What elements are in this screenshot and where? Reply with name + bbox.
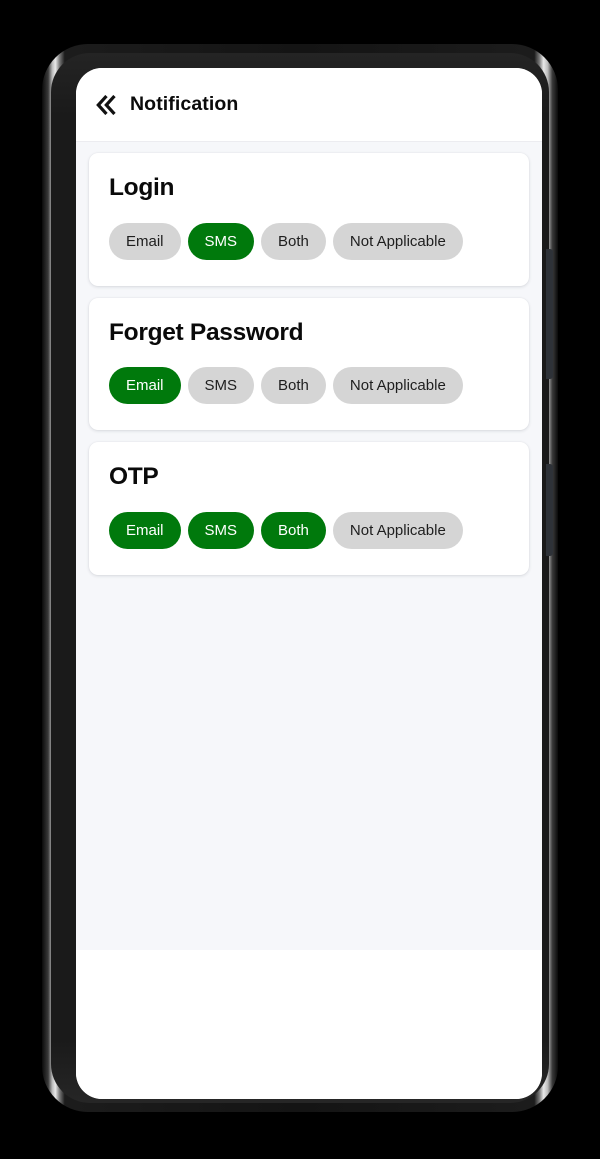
- cards-container: Login Email SMS Both Not Applicable Forg…: [76, 142, 542, 576]
- back-button[interactable]: [88, 86, 126, 124]
- notification-card: Login Email SMS Both Not Applicable: [89, 153, 529, 286]
- option-group: Email SMS Both Not Applicable: [109, 367, 509, 405]
- app-bar: Notification: [76, 68, 542, 142]
- option-pill-sms[interactable]: SMS: [187, 512, 255, 550]
- card-title: Forget Password: [109, 318, 304, 346]
- option-pill-sms[interactable]: SMS: [187, 367, 255, 405]
- option-pill-both[interactable]: Both: [261, 512, 326, 550]
- option-pill-not-applicable[interactable]: Not Applicable: [332, 367, 463, 405]
- option-pill-both[interactable]: Both: [261, 222, 326, 260]
- option-pill-not-applicable[interactable]: Not Applicable: [332, 512, 463, 550]
- phone-device-frame: Notification Login Email SMS Both Not Ap…: [42, 44, 558, 1112]
- notification-card: OTP Email SMS Both Not Applicable: [89, 442, 529, 576]
- option-pill-email[interactable]: Email: [109, 367, 181, 405]
- card-title: OTP: [109, 463, 159, 491]
- option-group: Email SMS Both Not Applicable: [109, 512, 509, 550]
- notification-card: Forget Password Email SMS Both Not Appli…: [89, 297, 529, 431]
- option-pill-email[interactable]: Email: [109, 512, 181, 550]
- option-pill-both[interactable]: Both: [261, 367, 326, 405]
- option-pill-sms[interactable]: SMS: [187, 222, 255, 260]
- phone-bezel: Notification Login Email SMS Both Not Ap…: [51, 53, 553, 1103]
- volume-rocker-button[interactable]: [546, 249, 553, 379]
- option-pill-email[interactable]: Email: [109, 222, 181, 260]
- notification-settings-list[interactable]: Login Email SMS Both Not Applicable Forg…: [76, 142, 542, 1099]
- double-chevron-left-icon: [94, 94, 120, 115]
- page-title: Notification: [130, 92, 239, 115]
- power-button[interactable]: [546, 464, 553, 556]
- option-pill-not-applicable[interactable]: Not Applicable: [332, 222, 463, 260]
- phone-screen: Notification Login Email SMS Both Not Ap…: [76, 68, 542, 1099]
- card-title: Login: [109, 174, 175, 201]
- option-group: Email SMS Both Not Applicable: [109, 222, 509, 260]
- screenshot-stage: Notification Login Email SMS Both Not Ap…: [0, 0, 600, 1159]
